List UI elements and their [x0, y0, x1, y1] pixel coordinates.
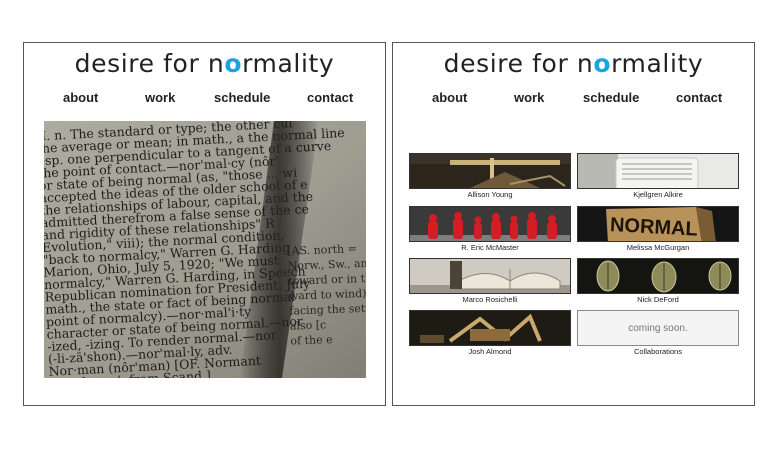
nav-schedule[interactable]: schedule — [583, 90, 639, 105]
caption-melissa-mcgurgan[interactable]: Melissa McGurgan — [577, 243, 739, 252]
caption-marco-rosichelli[interactable]: Marco Rosichelli — [409, 295, 571, 304]
site-logo[interactable]: desire for normality — [393, 49, 754, 79]
thumb-marco-rosichelli[interactable] — [409, 258, 571, 294]
thumb-josh-almond[interactable] — [409, 310, 571, 346]
logo-text-start: desire for n — [443, 49, 594, 78]
nav-about[interactable]: about — [432, 90, 467, 105]
logo-text-end: rmality — [611, 49, 704, 78]
thumb-melissa-mcgurgan[interactable]: NORMAL — [577, 206, 739, 242]
nav-work[interactable]: work — [145, 90, 175, 105]
leaf-objects-image — [578, 259, 738, 293]
main-nav: about work schedule contact — [24, 90, 385, 108]
thumb-r-eric-mcmaster[interactable] — [409, 206, 571, 242]
caption-collaborations[interactable]: Collaborations — [577, 347, 739, 356]
caption-allison-young[interactable]: Allison Young — [409, 190, 571, 199]
dictionary-photo: II. n. The standard or type; the other c… — [44, 121, 366, 378]
collaborations-placeholder[interactable]: coming soon. — [577, 310, 739, 346]
left-page-panel: desire for normality about work schedule… — [23, 42, 386, 406]
thumb-kjellgren-alkire[interactable] — [577, 153, 739, 189]
caption-josh-almond[interactable]: Josh Almond — [409, 347, 571, 356]
nav-contact[interactable]: contact — [676, 90, 722, 105]
logo-accent-o: o — [593, 49, 612, 78]
hero-dictionary-image: II. n. The standard or type; the other c… — [44, 121, 366, 378]
caption-nick-deford[interactable]: Nick DeFord — [577, 295, 739, 304]
red-figurines-image — [410, 207, 570, 241]
normal-sign-image: NORMAL — [578, 207, 738, 241]
nav-work[interactable]: work — [514, 90, 544, 105]
nav-about[interactable]: about — [63, 90, 98, 105]
thumb-allison-young[interactable] — [409, 153, 571, 189]
main-nav: about work schedule contact — [393, 90, 754, 108]
logo-text-end: rmality — [242, 49, 335, 78]
wood-construction-image — [410, 311, 570, 345]
sculpture-sticks-image — [410, 154, 570, 188]
coming-soon-text: coming soon. — [628, 322, 688, 334]
caption-kjellgren-alkire[interactable]: Kjellgren Alkire — [577, 190, 739, 199]
thumb-nick-deford[interactable] — [577, 258, 739, 294]
nav-schedule[interactable]: schedule — [214, 90, 270, 105]
site-logo[interactable]: desire for normality — [24, 49, 385, 79]
caption-r-eric-mcmaster[interactable]: R. Eric McMaster — [409, 243, 571, 252]
svg-text:NORMAL: NORMAL — [609, 214, 698, 241]
right-page-panel: desire for normality about work schedule… — [392, 42, 755, 406]
white-appliance-image — [578, 154, 738, 188]
open-book-image — [410, 259, 570, 293]
logo-text-start: desire for n — [74, 49, 225, 78]
logo-accent-o: o — [224, 49, 243, 78]
nav-contact[interactable]: contact — [307, 90, 353, 105]
